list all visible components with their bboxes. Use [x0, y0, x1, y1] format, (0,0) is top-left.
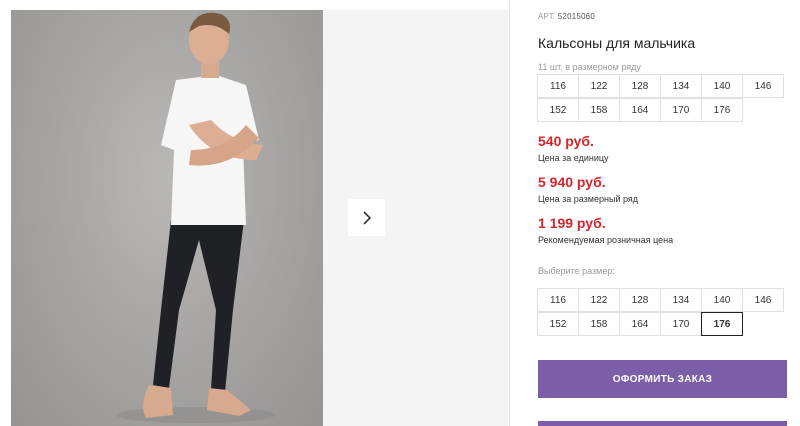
row-price-label: Цена за размерный ряд: [538, 194, 639, 204]
product-title: Кальсоны для мальчика: [538, 35, 696, 51]
size-option-122[interactable]: 122: [578, 288, 620, 312]
size-selector: 116 122 128 134 140 146 152 158 164 170 …: [537, 288, 788, 336]
article-number: АРТ. 52015060: [538, 12, 595, 21]
size-row-cell: 146: [742, 74, 784, 98]
size-option-176[interactable]: 176: [701, 312, 743, 336]
product-photo: [11, 10, 323, 426]
article-prefix: АРТ.: [538, 12, 556, 21]
size-row-cell: 128: [619, 74, 661, 98]
place-order-button[interactable]: ОФОРМИТЬ ЗАКАЗ: [538, 360, 787, 398]
size-row-cell: 158: [578, 98, 620, 122]
row-price: 5 940 руб.: [538, 174, 606, 190]
unit-price-label: Цена за единицу: [538, 153, 609, 163]
size-option-158[interactable]: 158: [578, 312, 620, 336]
retail-price-label: Рекомендуемая розничная цена: [538, 235, 674, 245]
size-option-134[interactable]: 134: [660, 288, 702, 312]
size-row-cell: 176: [701, 98, 743, 122]
size-row-cell: 170: [660, 98, 702, 122]
size-option-170[interactable]: 170: [660, 312, 702, 336]
choose-size-label: Выберите размер:: [538, 266, 615, 276]
gallery-next-button[interactable]: [348, 199, 385, 236]
unit-price: 540 руб.: [538, 133, 594, 149]
size-row-cell: 116: [537, 74, 579, 98]
size-row-grid: 116 122 128 134 140 146 152 158 164 170 …: [537, 74, 788, 122]
size-row-cell: 134: [660, 74, 702, 98]
size-option-146[interactable]: 146: [742, 288, 784, 312]
size-option-164[interactable]: 164: [619, 312, 661, 336]
retail-price: 1 199 руб.: [538, 215, 606, 231]
chevron-right-icon: [362, 210, 371, 225]
secondary-button[interactable]: [538, 421, 787, 426]
boy-photo-illustration: [116, 12, 276, 423]
size-row-cell: 164: [619, 98, 661, 122]
article-code: 52015060: [557, 12, 595, 21]
size-row-cell: 140: [701, 74, 743, 98]
size-option-116[interactable]: 116: [537, 288, 579, 312]
size-option-152[interactable]: 152: [537, 312, 579, 336]
size-option-128[interactable]: 128: [619, 288, 661, 312]
column-divider: [509, 0, 510, 426]
size-row-count: 11 шт. в размерном ряду: [538, 62, 641, 72]
size-row-cell: 122: [578, 74, 620, 98]
size-row-cell: 152: [537, 98, 579, 122]
size-option-140[interactable]: 140: [701, 288, 743, 312]
